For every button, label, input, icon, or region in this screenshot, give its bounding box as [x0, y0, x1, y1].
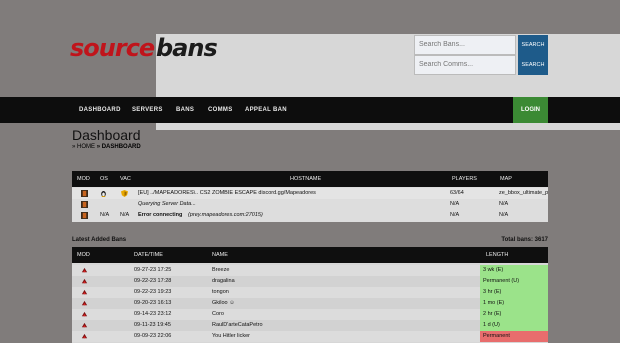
ban-row[interactable]: 09-20-23 16:13 Gkiloo ☺ 1 mo (E) — [72, 298, 548, 309]
ban-row[interactable]: 09-09-23 22:06 You Hitler licker Permanent — [72, 331, 548, 342]
mod-icon — [81, 333, 88, 339]
ban-row[interactable]: 09-14-23 23:12 Coro 2 hr (E) — [72, 309, 548, 320]
login-button[interactable]: LOGIN — [513, 97, 548, 123]
mod-icon — [81, 212, 88, 219]
breadcrumb: » HOME » DASHBOARD — [72, 144, 141, 150]
mod-icon — [81, 201, 88, 208]
ban-player-name: You Hitler licker — [212, 333, 251, 339]
mod-icon — [81, 267, 88, 273]
sourcebans-logo[interactable]: source bans — [70, 34, 620, 130]
ban-player-name: dragalina — [212, 278, 235, 284]
ban-row[interactable]: 09-22-23 17:28 dragalina Permanent (U) — [72, 276, 548, 287]
col-vac: VAC — [120, 176, 131, 182]
ban-row[interactable]: 09-11-23 19:45 RaulD'arteCataPetro 1 d (U) — [72, 320, 548, 331]
nav-appeal-ban[interactable]: APPEAL BAN — [245, 97, 287, 123]
logo-text-source: source — [70, 34, 155, 62]
breadcrumb-home[interactable]: » HOME — [72, 144, 95, 150]
ban-length: 2 hr (E) — [480, 309, 548, 320]
server-players: N/A — [450, 201, 460, 207]
server-map: N/A — [499, 212, 509, 218]
search-bans-button[interactable]: SEARCH — [518, 35, 548, 55]
server-hostname: (prey.mapeadores.com:27015) — [188, 212, 263, 218]
page-title: Dashboard — [72, 127, 141, 143]
mod-icon — [81, 289, 88, 295]
nav-comms[interactable]: COMMS — [208, 97, 233, 123]
ban-player-name: Gkiloo ☺ — [212, 300, 235, 306]
server-players: N/A — [450, 212, 460, 218]
ban-length: Permanent (U) — [480, 276, 548, 287]
ban-player-name: Coro — [212, 311, 224, 317]
bans-table-header: MOD DATE/TIME NAME LENGTH — [72, 247, 548, 263]
server-map: ze_bbox_ultimate_p — [499, 190, 549, 196]
search-comms-input[interactable] — [414, 55, 516, 75]
ban-length: 3 hr (E) — [480, 287, 548, 298]
latest-bans-table: MOD DATE/TIME NAME LENGTH 09-27-23 17:25… — [72, 247, 548, 343]
server-hostname: [EU] ../MAPEADORES\.. CS2 ZOMBIE ESCAPE … — [138, 190, 316, 196]
mod-icon — [81, 322, 88, 328]
latest-bans-title: Latest Added Bans — [72, 237, 127, 243]
mod-icon — [81, 190, 88, 197]
ban-player-name: Breeze — [212, 267, 230, 273]
breadcrumb-current: » DASHBOARD — [96, 144, 141, 150]
server-vac: N/A — [120, 212, 130, 218]
search-comms-button[interactable]: SEARCH — [518, 55, 548, 75]
ban-row[interactable]: 09-27-23 17:25 Breeze 3 wk (E) — [72, 265, 548, 276]
ban-datetime: 09-20-23 16:13 — [134, 300, 172, 306]
ban-datetime: 09-27-23 17:25 — [134, 267, 172, 273]
mod-icon — [81, 278, 88, 284]
server-os: N/A — [100, 212, 110, 218]
servers-table: MOD OS VAC HOSTNAME PLAYERS MAP [EU] ../… — [72, 171, 548, 222]
mod-icon — [81, 311, 88, 317]
ban-datetime: 09-09-23 22:06 — [134, 333, 172, 339]
vac-shield-icon — [121, 190, 128, 197]
ban-datetime: 09-11-23 19:45 — [134, 322, 171, 328]
ban-row[interactable]: 09-22-23 19:23 tongon 3 hr (E) — [72, 287, 548, 298]
total-bans: Total bans: 3617 — [501, 237, 548, 243]
linux-icon — [101, 191, 106, 197]
servers-table-header: MOD OS VAC HOSTNAME PLAYERS MAP — [72, 171, 548, 187]
search-bans-input[interactable] — [414, 35, 516, 55]
col-map: MAP — [500, 176, 512, 182]
server-row[interactable]: N/A N/A Error connecting (prey.mapeadore… — [72, 210, 548, 221]
ban-datetime: 09-22-23 19:23 — [134, 289, 172, 295]
col-players: PLAYERS — [452, 176, 477, 182]
col-length: LENGTH — [486, 252, 509, 258]
mod-icon — [81, 300, 88, 306]
col-mod: MOD — [77, 252, 90, 258]
col-hostname: HOSTNAME — [290, 176, 322, 182]
server-hostname: Querying Server Data... — [138, 201, 196, 207]
nav-dashboard[interactable]: DASHBOARD — [79, 97, 121, 123]
col-mod: MOD — [77, 176, 90, 182]
ban-datetime: 09-22-23 17:28 — [134, 278, 172, 284]
col-datetime: DATE/TIME — [134, 252, 163, 258]
nav-bans[interactable]: BANS — [176, 97, 194, 123]
col-os: OS — [100, 176, 108, 182]
ban-length: 1 d (U) — [480, 320, 548, 331]
ban-length: 3 wk (E) — [480, 265, 548, 276]
server-error-label: Error connecting — [138, 212, 183, 218]
main-nav: DASHBOARD SERVERS BANS COMMS APPEAL BAN … — [0, 97, 620, 123]
server-row[interactable]: Querying Server Data... N/A N/A — [72, 199, 548, 210]
server-row[interactable]: [EU] ../MAPEADORES\.. CS2 ZOMBIE ESCAPE … — [72, 188, 548, 199]
ban-length: Permanent — [480, 331, 548, 342]
nav-servers[interactable]: SERVERS — [132, 97, 163, 123]
server-map: N/A — [499, 201, 509, 207]
ban-datetime: 09-14-23 23:12 — [134, 311, 172, 317]
ban-player-name: RaulD'arteCataPetro — [212, 322, 263, 328]
ban-player-name: tongon — [212, 289, 229, 295]
server-players: 63/64 — [450, 190, 464, 196]
col-name: NAME — [212, 252, 228, 258]
ban-length: 1 mo (E) — [480, 298, 548, 309]
